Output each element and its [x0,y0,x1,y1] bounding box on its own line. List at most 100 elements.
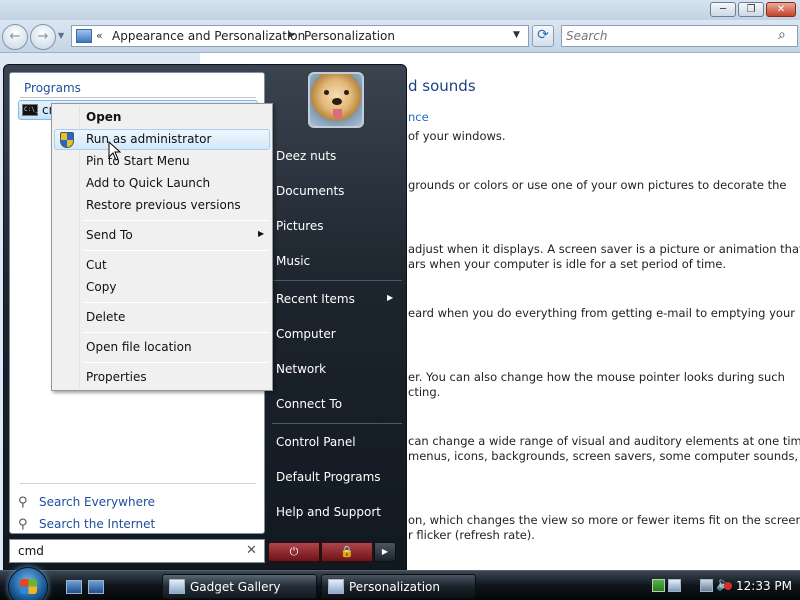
switch-windows-icon[interactable] [88,580,104,594]
menu-item-properties[interactable]: Properties [54,367,270,388]
programs-group-label: Programs [24,81,81,95]
menu-item-open-file-location[interactable]: Open file location [54,337,270,358]
menu-separator [83,250,269,251]
start-item-control-panel[interactable]: Control Panel [276,435,356,449]
menu-item-delete[interactable]: Delete [54,307,270,328]
menu-item-add-to-quick-launch[interactable]: Add to Quick Launch [54,173,270,194]
search-icon: ⚲ [18,495,28,510]
start-item-user[interactable]: Deez nuts [276,149,336,163]
avatar-detail [333,109,342,119]
menu-item-cut[interactable]: Cut [54,255,270,276]
context-menu: Open Run as administrator Pin to Start M… [51,103,273,391]
menu-item-label: Pin to Start Menu [86,154,190,168]
power-button[interactable]: ⏻ [268,542,320,562]
power-options-button[interactable]: ▶ [374,542,396,562]
divider [272,280,402,281]
description-line: of your windows. [408,129,506,143]
start-search-field[interactable]: cmd ✕ [9,539,265,563]
command-prompt-icon: C:\_ [22,104,38,116]
windows-flag-icon [20,579,37,594]
recent-pages-dropdown-icon[interactable]: ▼ [58,31,64,40]
start-item-pictures[interactable]: Pictures [276,219,324,233]
menu-item-pin-to-start-menu[interactable]: Pin to Start Menu [54,151,270,172]
menu-separator [83,302,269,303]
search-internet-link[interactable]: ⚲ Search the Internet [16,515,216,535]
taskbar-button-gadget-gallery[interactable]: Gadget Gallery [162,574,317,599]
menu-item-label: Properties [86,370,147,384]
search-everywhere-label: Search Everywhere [39,495,155,509]
menu-item-label: Copy [86,280,117,294]
description-line: ars when your computer is idle for a set… [408,257,727,271]
user-picture-avatar[interactable] [308,72,364,128]
menu-item-copy[interactable]: Copy [54,277,270,298]
back-button[interactable]: ← [2,24,28,50]
search-internet-label: Search the Internet [39,517,156,531]
window-title-bar: ─ ❐ ✕ [0,0,800,20]
search-icon[interactable]: ⌕ [778,27,786,43]
start-item-music[interactable]: Music [276,254,310,268]
close-button[interactable]: ✕ [766,2,796,17]
menu-item-label: Restore previous versions [86,198,241,212]
lock-button[interactable]: 🔒 [321,542,373,562]
menu-separator [83,220,269,221]
navigation-bar: ← → ▼ « Appearance and Personalization ▶… [0,20,800,53]
description-line: er. You can also change how the mouse po… [408,370,785,384]
search-everywhere-link[interactable]: ⚲ Search Everywhere [16,493,216,513]
breadcrumb-personalization[interactable]: Personalization [304,29,395,43]
menu-item-restore-previous-versions[interactable]: Restore previous versions [54,195,270,216]
maximize-button[interactable]: ❐ [738,2,764,17]
forward-button[interactable]: → [30,24,56,50]
start-item-default-programs[interactable]: Default Programs [276,470,381,484]
menu-separator [83,332,269,333]
page-title: d sounds [408,77,476,95]
avatar-detail [332,98,342,105]
start-button[interactable] [8,567,48,600]
taskbar-button-personalization[interactable]: Personalization [321,574,476,599]
menu-item-run-as-administrator[interactable]: Run as administrator [54,129,270,150]
breadcrumb-overflow-chevron[interactable]: « [96,29,103,42]
taskbar-button-label: Personalization [349,580,440,594]
refresh-button[interactable]: ⟳ [532,25,554,47]
divider [272,423,402,424]
clear-search-icon[interactable]: ✕ [246,543,257,558]
breadcrumb-separator-icon[interactable]: ▶ [288,30,295,40]
menu-item-label: Cut [86,258,107,272]
address-dropdown-icon[interactable]: ▼ [513,30,520,40]
submenu-arrow-icon: ▶ [387,293,394,302]
menu-item-open[interactable]: Open [54,107,270,128]
menu-item-label: Add to Quick Launch [86,176,211,190]
description-line: can change a wide range of visual and au… [408,434,800,448]
menu-item-label: Open file location [86,340,192,354]
tray-display-icon[interactable] [700,579,713,592]
content-link[interactable]: nce [408,110,429,124]
minimize-button[interactable]: ─ [710,2,736,17]
tray-network-icon[interactable] [668,579,681,592]
divider [20,483,256,484]
menu-item-label: Open [86,110,122,124]
address-bar[interactable]: « Appearance and Personalization ▶ Perso… [71,25,529,47]
system-clock[interactable]: 12:33 PM [736,579,792,593]
description-line: grounds or colors or use one of your own… [408,178,787,192]
description-line: adjust when it displays. A screen saver … [408,242,800,256]
start-item-recent-items[interactable]: Recent Items [276,292,355,306]
search-icon: ⚲ [18,517,28,532]
personalization-icon [328,579,344,594]
start-item-network[interactable]: Network [276,362,326,376]
search-box[interactable]: ⌕ [561,25,798,47]
start-item-connect-to[interactable]: Connect To [276,397,342,411]
menu-item-send-to[interactable]: Send To ▶ [54,225,270,246]
breadcrumb-appearance-and-personalization[interactable]: Appearance and Personalization [112,29,305,43]
start-item-help-and-support[interactable]: Help and Support [276,505,381,519]
start-item-documents[interactable]: Documents [276,184,344,198]
description-line: cting. [408,385,441,399]
menu-item-label: Send To [86,228,133,242]
control-panel-icon [76,29,92,43]
description-line: eard when you do everything from getting… [408,306,795,320]
search-input[interactable] [566,28,766,44]
description-line: on, which changes the view so more or fe… [408,513,800,527]
taskbar: Gadget Gallery Personalization 🔈 12:33 P… [0,567,800,600]
mouse-pointer-icon [108,141,122,161]
show-desktop-icon[interactable] [66,580,82,594]
start-item-computer[interactable]: Computer [276,327,336,341]
tray-app-icon[interactable] [652,579,665,592]
